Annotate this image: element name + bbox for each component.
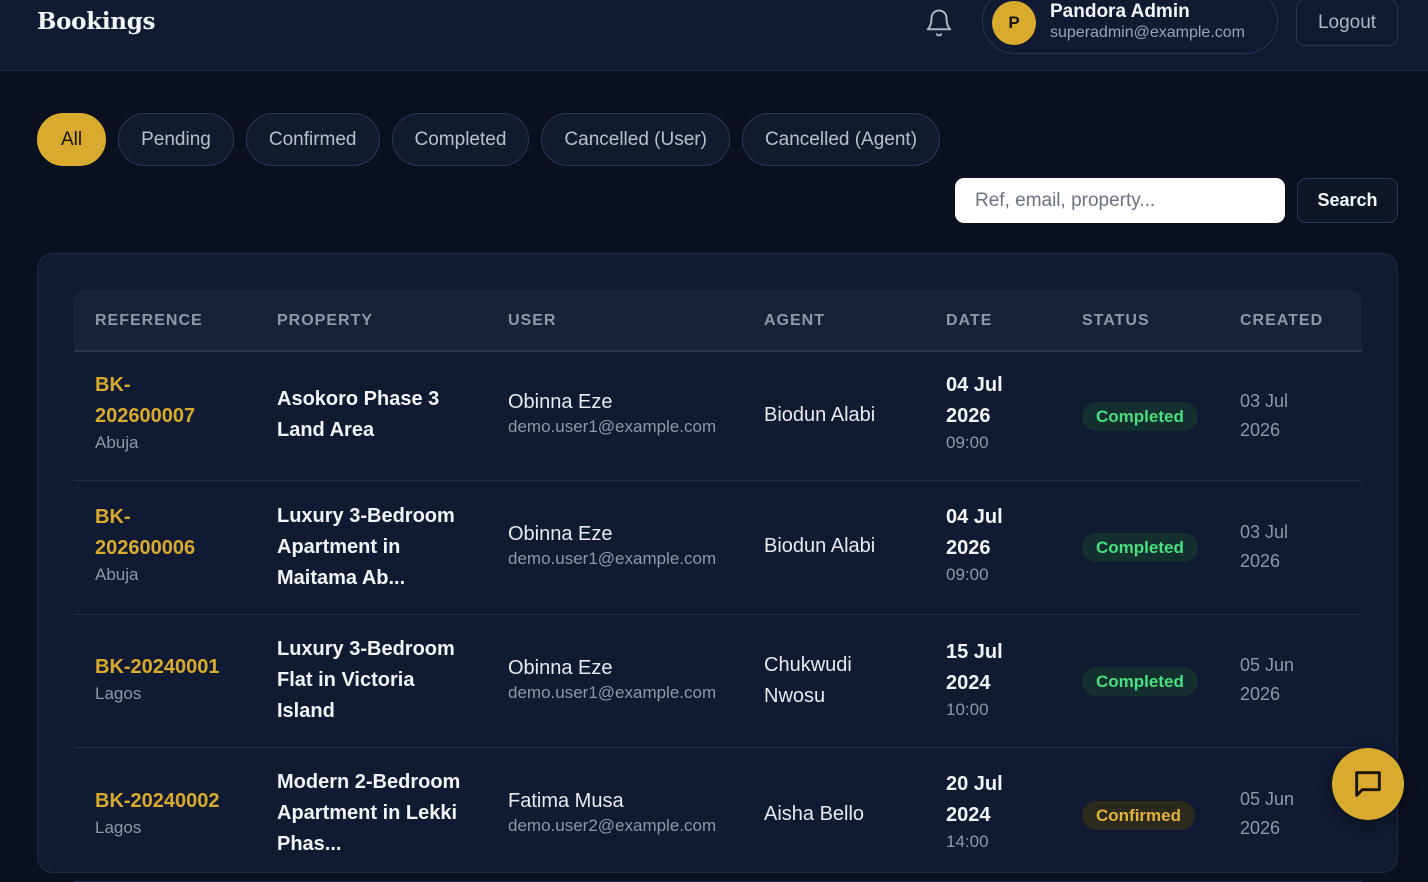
top-bar: Bookings P Pandora Admin superadmin@exam…: [0, 0, 1428, 71]
tab-confirmed[interactable]: Confirmed: [245, 113, 380, 166]
booking-date: 04 Jul 2026: [946, 506, 1003, 559]
booking-date: 15 Jul 2024: [946, 641, 1003, 694]
agent-name: Aisha Bello: [764, 803, 865, 825]
bookings-table-card: REFERENCE PROPERTY USER AGENT DATE STATU…: [37, 253, 1398, 882]
user-name: Obinna Eze: [508, 523, 613, 545]
agent-name: Biodun Alabi: [764, 404, 876, 426]
column-header-status: STATUS: [1082, 312, 1150, 329]
avatar: P: [992, 1, 1036, 45]
column-header-property: PROPERTY: [277, 312, 374, 329]
user-cell: Obinna Eze demo.user1@example.com: [508, 389, 716, 439]
chat-bubble-icon: [1355, 771, 1381, 797]
property-name: Luxury 3-Bedroom Apartment in Maitama Ab..…: [277, 505, 455, 589]
search-button[interactable]: Search: [1297, 178, 1398, 223]
logout-button[interactable]: Logout: [1296, 0, 1398, 46]
status-badge: Completed: [1082, 402, 1198, 431]
status-badge: Completed: [1082, 533, 1198, 562]
agent-name: Chukwudi Nwosu: [764, 654, 852, 707]
column-header-date: DATE: [946, 312, 993, 329]
status-cell: Confirmed: [1082, 801, 1195, 830]
status-badge: Confirmed: [1082, 801, 1195, 830]
agent-name: Biodun Alabi: [764, 535, 876, 557]
property-name: Asokoro Phase 3 Land Area: [277, 388, 440, 441]
tab-all[interactable]: All: [37, 113, 107, 166]
date-cell: 20 Jul 2024 14:00: [946, 769, 1003, 853]
tab-cancelled-user[interactable]: Cancelled (User): [541, 113, 730, 166]
chat-button[interactable]: [1332, 748, 1404, 820]
user-name: Fatima Musa: [508, 790, 624, 812]
search-input[interactable]: [955, 178, 1285, 223]
tab-completed[interactable]: Completed: [391, 113, 530, 166]
tab-cancelled-agent[interactable]: Cancelled (Agent): [741, 113, 941, 166]
property-name: Luxury 3-Bedroom Flat in Victoria Island: [277, 638, 455, 722]
status-cell: Completed: [1082, 667, 1198, 696]
booking-date: 04 Jul 2026: [946, 374, 1003, 427]
reference-cell: BK- 202600007 Abuja: [95, 370, 195, 454]
status-cell: Completed: [1082, 402, 1198, 431]
user-menu[interactable]: P Pandora Admin superadmin@example.com: [982, 0, 1278, 54]
column-header-created: CREATED: [1240, 312, 1324, 329]
booking-city: Lagos: [95, 684, 142, 703]
property-name: Modern 2-Bedroom Apartment in Lekki Phas..…: [277, 771, 461, 855]
table-row[interactable]: BK- 202600007 Abuja Asokoro Phase 3 Land A…: [74, 352, 1362, 481]
created-date: 03 Jul 2026: [1240, 522, 1289, 571]
date-cell: 04 Jul 2026 09:00: [946, 502, 1003, 586]
user-email: demo.user1@example.com: [508, 683, 717, 702]
date-cell: 15 Jul 2024 10:00: [946, 637, 1003, 721]
user-cell: Obinna Eze demo.user1@example.com: [508, 521, 716, 571]
user-name: Obinna Eze: [508, 657, 613, 679]
user-name: Pandora Admin: [1050, 1, 1190, 22]
booking-city: Lagos: [95, 818, 142, 837]
status-filter-tabs: All Pending Confirmed Completed Cancelle…: [37, 113, 941, 166]
booking-city: Abuja: [95, 565, 139, 584]
table-row[interactable]: BK-20240002 Lagos Modern 2-Bedroom Apartm…: [74, 748, 1362, 882]
page-title: Bookings: [37, 8, 156, 35]
user-name: Obinna Eze: [508, 391, 613, 413]
booking-reference[interactable]: BK-20240002: [95, 786, 220, 817]
table-row[interactable]: BK- 202600006 Abuja Luxury 3-Bedroom Apart…: [74, 481, 1362, 615]
reference-cell: BK- 202600006 Abuja: [95, 502, 195, 586]
bell-icon: [926, 9, 952, 37]
user-email: demo.user1@example.com: [508, 549, 717, 568]
booking-reference[interactable]: BK-20240001: [95, 652, 220, 683]
user-cell: Obinna Eze demo.user1@example.com: [508, 655, 716, 705]
booking-time: 14:00: [946, 832, 989, 851]
user-email: demo.user2@example.com: [508, 816, 717, 835]
booking-time: 10:00: [946, 700, 989, 719]
column-header-reference: REFERENCE: [95, 312, 203, 329]
booking-reference[interactable]: BK- 202600006: [95, 502, 195, 564]
table-row[interactable]: BK-20240001 Lagos Luxury 3-Bedroom Flat i…: [74, 615, 1362, 748]
column-header-agent: AGENT: [764, 312, 825, 329]
reference-cell: BK-20240001 Lagos: [95, 652, 220, 705]
created-date: 05 Jun 2026: [1240, 789, 1295, 838]
column-header-user: USER: [508, 312, 557, 329]
booking-date: 20 Jul 2024: [946, 773, 1003, 826]
date-cell: 04 Jul 2026 09:00: [946, 370, 1003, 454]
booking-time: 09:00: [946, 433, 989, 452]
created-date: 05 Jun 2026: [1240, 655, 1295, 704]
user-email: superadmin@example.com: [1050, 24, 1245, 41]
reference-cell: BK-20240002 Lagos: [95, 786, 220, 839]
status-cell: Completed: [1082, 533, 1198, 562]
tab-pending[interactable]: Pending: [118, 113, 234, 166]
table-header: REFERENCE PROPERTY USER AGENT DATE STATU…: [74, 290, 1362, 352]
bookings-table: REFERENCE PROPERTY USER AGENT DATE STATU…: [74, 290, 1362, 882]
user-cell: Fatima Musa demo.user2@example.com: [508, 788, 716, 838]
created-date: 03 Jul 2026: [1240, 391, 1289, 440]
booking-time: 09:00: [946, 565, 989, 584]
notifications-button[interactable]: [922, 6, 956, 40]
status-badge: Completed: [1082, 667, 1198, 696]
user-email: demo.user1@example.com: [508, 417, 717, 436]
booking-reference[interactable]: BK- 202600007: [95, 370, 195, 432]
booking-city: Abuja: [95, 433, 139, 452]
